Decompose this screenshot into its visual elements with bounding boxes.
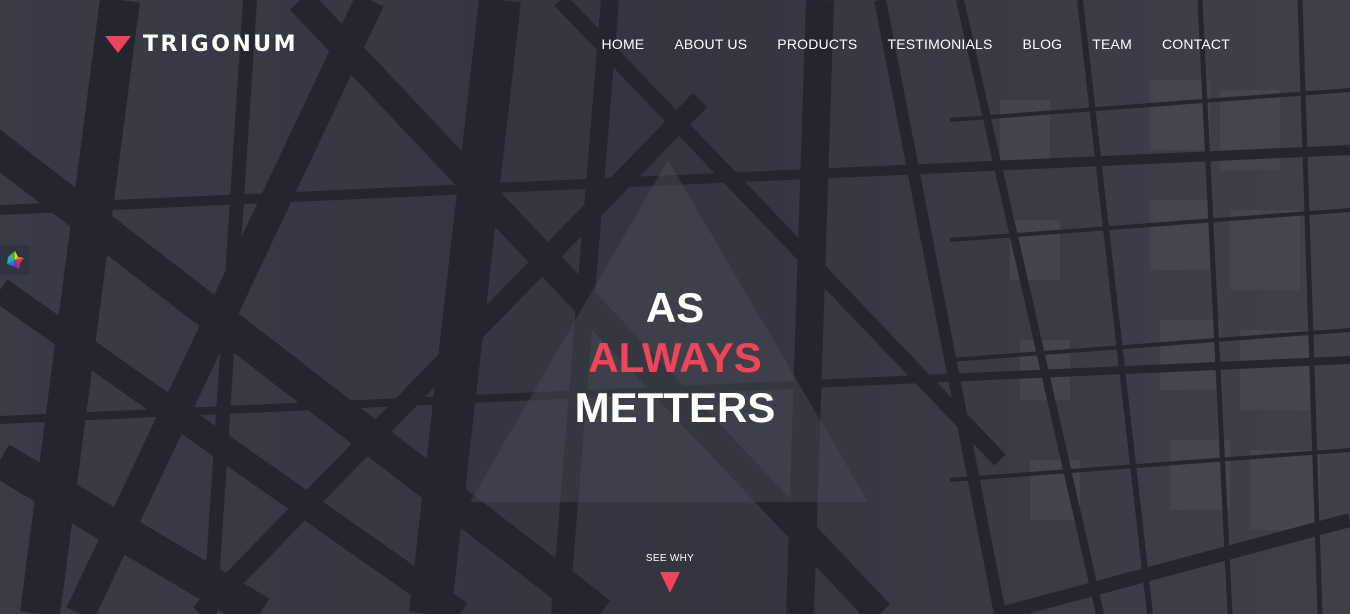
triangle-logo-icon (105, 35, 131, 53)
see-why-button[interactable]: SEE WHY (620, 553, 720, 593)
see-why-label: SEE WHY (645, 553, 695, 564)
nav-item-products: PRODUCTS (777, 36, 857, 54)
nav-item-home: HOME (602, 36, 645, 54)
nav-link-home[interactable]: HOME (602, 36, 645, 52)
nav-item-testimonials: TESTIMONIALS (887, 36, 992, 54)
nav-link-contact[interactable]: CONTACT (1162, 36, 1230, 52)
nav-link-products[interactable]: PRODUCTS (777, 36, 857, 52)
nav-item-team: TEAM (1092, 36, 1132, 54)
hero-section: TRIGONUM HOME ABOUT US PRODUCTS TESTIMON… (0, 0, 1350, 614)
triangle-down-icon (660, 572, 680, 593)
headline-line-1: AS (645, 284, 705, 331)
color-palette-icon (7, 251, 24, 269)
nav-link-about-us[interactable]: ABOUT US (674, 36, 747, 52)
nav-link-testimonials[interactable]: TESTIMONIALS (887, 36, 992, 52)
headline-line-2: ALWAYS (588, 334, 762, 381)
nav-item-about-us: ABOUT US (674, 36, 747, 54)
headline-line-3: METTERS (574, 384, 776, 431)
nav-item-contact: CONTACT (1162, 36, 1230, 54)
color-switcher-button[interactable] (0, 245, 30, 275)
nav-link-team[interactable]: TEAM (1092, 36, 1132, 52)
brand-name: TRIGONUM (143, 31, 299, 57)
main-nav: HOME ABOUT US PRODUCTS TESTIMONIALS BLOG… (602, 36, 1230, 54)
nav-link-blog[interactable]: BLOG (1023, 36, 1063, 52)
brand-logo[interactable]: TRIGONUM (105, 30, 298, 58)
hero-headline: AS ALWAYS METTERS (0, 283, 1350, 433)
nav-item-blog: BLOG (1023, 36, 1063, 54)
